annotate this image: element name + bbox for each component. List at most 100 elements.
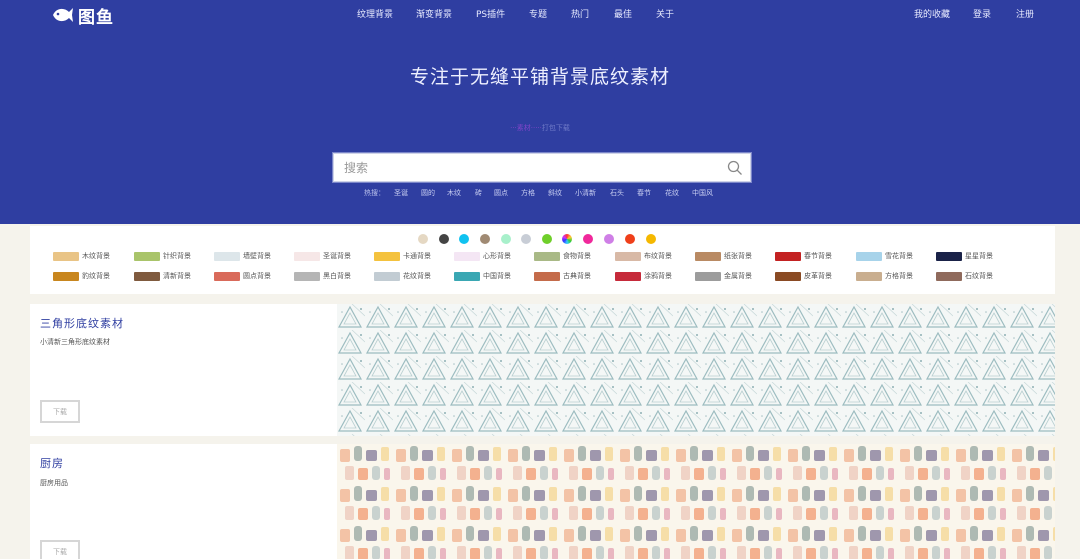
category-item[interactable]: 黑白背景 xyxy=(294,271,351,281)
category-item[interactable]: 春节背景 xyxy=(775,251,832,261)
category-thumbnail xyxy=(294,271,320,281)
category-item[interactable]: 纸张背景 xyxy=(695,251,752,261)
category-thumbnail xyxy=(695,271,721,281)
category-item[interactable]: 针织背景 xyxy=(134,251,191,261)
nav-item-favorites[interactable]: 我的收藏 xyxy=(914,9,950,21)
hot-search-item[interactable]: 圆的 xyxy=(421,188,435,198)
category-item[interactable]: 涂鸦背景 xyxy=(615,271,672,281)
category-item[interactable]: 卡通背景 xyxy=(374,251,431,261)
category-item[interactable]: 方格背景 xyxy=(856,271,913,281)
hot-search-item[interactable]: 小清新 xyxy=(575,188,596,198)
category-item[interactable]: 雪花背景 xyxy=(856,251,913,261)
category-item[interactable]: 中国背景 xyxy=(454,271,511,281)
category-item[interactable]: 金属背景 xyxy=(695,271,752,281)
category-thumbnail xyxy=(294,251,320,261)
hero-banner: 图鱼 纹理背景 渐变背景 PS插件 专题 热门 最佳 关于 我的收藏 登录 注册… xyxy=(0,0,1080,224)
category-item[interactable]: 古典背景 xyxy=(534,271,591,281)
nav-item-ps-plugin[interactable]: PS插件 xyxy=(476,9,505,21)
category-thumbnail xyxy=(374,271,400,281)
color-swatch-red[interactable] xyxy=(625,234,635,244)
color-swatch-brown[interactable] xyxy=(480,234,490,244)
category-label: 涂鸦背景 xyxy=(644,272,672,280)
card-title[interactable]: 厨房 xyxy=(40,455,64,471)
pattern-preview-triangles[interactable] xyxy=(337,304,1055,436)
search-input[interactable] xyxy=(334,154,720,181)
color-swatch-yellow[interactable] xyxy=(646,234,656,244)
category-label: 古典背景 xyxy=(563,272,591,280)
category-item[interactable]: 星星背景 xyxy=(936,251,993,261)
subline-accent[interactable]: ···素材····· xyxy=(510,124,542,132)
category-item[interactable]: 豹纹背景 xyxy=(53,271,110,281)
category-label: 雪花背景 xyxy=(885,252,913,260)
color-swatch-magenta[interactable] xyxy=(583,234,593,244)
category-item[interactable]: 清新背景 xyxy=(134,271,191,281)
category-label: 豹纹背景 xyxy=(82,272,110,280)
nav-item-topics[interactable]: 专题 xyxy=(529,9,547,21)
category-thumbnail xyxy=(615,271,641,281)
download-button[interactable]: 下载 xyxy=(40,540,80,559)
nav-item-about[interactable]: 关于 xyxy=(656,9,674,21)
nav-item-texture[interactable]: 纹理背景 xyxy=(357,9,393,21)
category-thumbnail xyxy=(214,271,240,281)
nav-item-login[interactable]: 登录 xyxy=(973,9,991,21)
color-swatch-cyan[interactable] xyxy=(459,234,469,244)
search-box xyxy=(333,153,751,182)
category-thumbnail xyxy=(454,271,480,281)
pattern-preview-kitchen[interactable] xyxy=(337,444,1055,559)
category-item[interactable]: 花纹背景 xyxy=(374,271,431,281)
subline-rest[interactable]: 打包下载 xyxy=(542,124,570,132)
card-description: 厨房用品 xyxy=(40,479,68,487)
color-swatch-green[interactable] xyxy=(542,234,552,244)
category-thumbnail xyxy=(134,271,160,281)
category-item[interactable]: 木纹背景 xyxy=(53,251,110,261)
hot-search-item[interactable]: 中国风 xyxy=(692,188,713,198)
download-button[interactable]: 下载 xyxy=(40,400,80,423)
category-thumbnail xyxy=(936,251,962,261)
color-swatch-dark-gray[interactable] xyxy=(439,234,449,244)
nav-item-best[interactable]: 最佳 xyxy=(614,9,632,21)
category-item[interactable]: 心形背景 xyxy=(454,251,511,261)
category-item[interactable]: 石纹背景 xyxy=(936,271,993,281)
category-item[interactable]: 圣诞背景 xyxy=(294,251,351,261)
category-label: 石纹背景 xyxy=(965,272,993,280)
category-item[interactable]: 食物背景 xyxy=(534,251,591,261)
category-thumbnail xyxy=(856,271,882,281)
category-label: 木纹背景 xyxy=(82,252,110,260)
category-label: 圆点背景 xyxy=(243,272,271,280)
hot-search-item[interactable]: 圆点 xyxy=(494,188,508,198)
hot-searches: 热搜： 圣诞 圆的 木纹 砖 圆点 方格 斜纹 小清新 石头 春节 花纹 中国风 xyxy=(0,188,1080,198)
category-thumbnail xyxy=(374,251,400,261)
color-swatch-rainbow[interactable] xyxy=(562,234,572,244)
search-button[interactable] xyxy=(720,154,750,181)
hot-search-item[interactable]: 春节 xyxy=(637,188,651,198)
category-label: 针织背景 xyxy=(163,252,191,260)
category-thumbnail xyxy=(615,251,641,261)
card-title[interactable]: 三角形底纹素材 xyxy=(40,315,124,331)
category-item[interactable]: 皮革背景 xyxy=(775,271,832,281)
category-label: 皮革背景 xyxy=(804,272,832,280)
hot-search-item[interactable]: 砖 xyxy=(475,188,482,198)
category-label: 卡通背景 xyxy=(403,252,431,260)
category-thumbnail xyxy=(695,251,721,261)
hot-search-item[interactable]: 斜纹 xyxy=(548,188,562,198)
color-swatch-light-gray[interactable] xyxy=(521,234,531,244)
category-item[interactable]: 墙壁背景 xyxy=(214,251,271,261)
color-swatch-purple[interactable] xyxy=(604,234,614,244)
hot-search-item[interactable]: 方格 xyxy=(521,188,535,198)
hot-search-item[interactable]: 石头 xyxy=(610,188,624,198)
category-label: 清新背景 xyxy=(163,272,191,280)
nav-item-register[interactable]: 注册 xyxy=(1016,9,1034,21)
category-label: 墙壁背景 xyxy=(243,252,271,260)
nav-item-gradient[interactable]: 渐变背景 xyxy=(416,9,452,21)
hot-search-item[interactable]: 木纹 xyxy=(447,188,461,198)
category-item[interactable]: 布纹背景 xyxy=(615,251,672,261)
color-swatch-beige[interactable] xyxy=(418,234,428,244)
color-swatch-mint[interactable] xyxy=(501,234,511,244)
hot-search-item[interactable]: 花纹 xyxy=(665,188,679,198)
hot-search-item[interactable]: 圣诞 xyxy=(394,188,408,198)
hot-search-label: 热搜： xyxy=(364,189,385,197)
nav-item-popular[interactable]: 热门 xyxy=(571,9,589,21)
category-item[interactable]: 圆点背景 xyxy=(214,271,271,281)
category-thumbnail xyxy=(214,251,240,261)
category-thumbnail xyxy=(936,271,962,281)
